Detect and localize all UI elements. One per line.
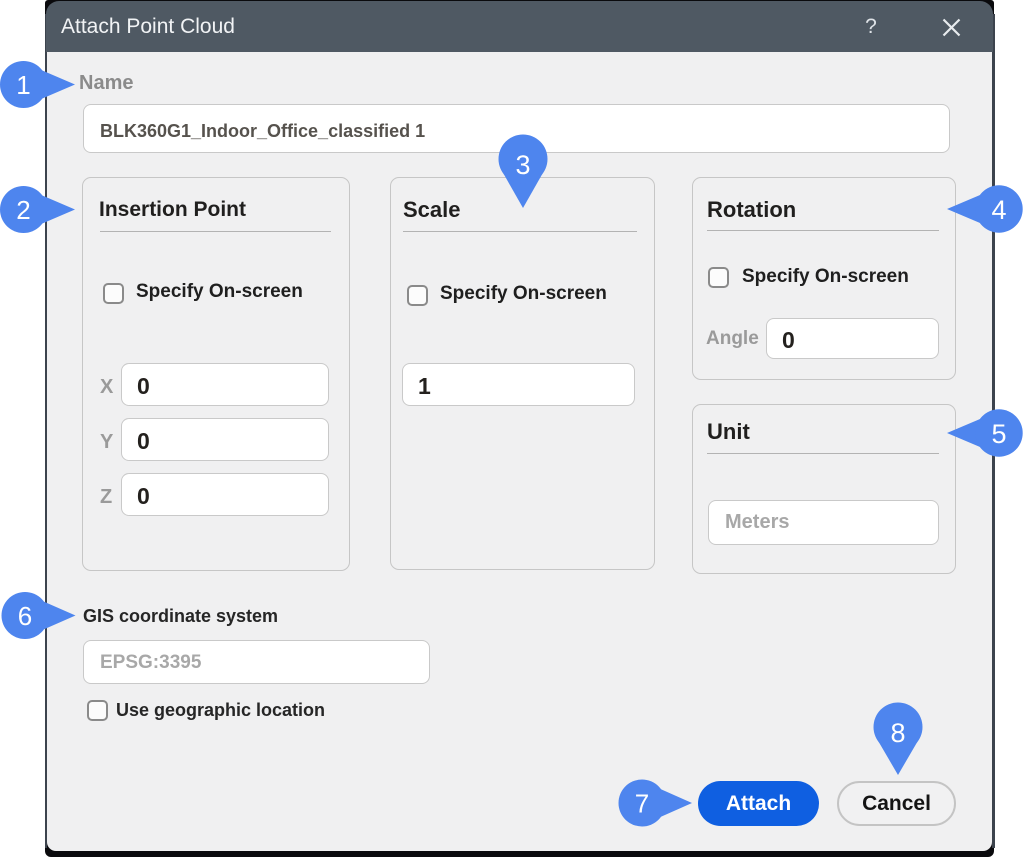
svg-text:6: 6 <box>18 601 32 631</box>
svg-text:5: 5 <box>991 419 1006 449</box>
svg-text:3: 3 <box>515 150 530 180</box>
svg-text:8: 8 <box>890 718 905 748</box>
svg-text:7: 7 <box>635 789 649 819</box>
svg-text:1: 1 <box>16 70 30 100</box>
svg-text:4: 4 <box>991 195 1006 225</box>
svg-text:2: 2 <box>16 195 30 225</box>
